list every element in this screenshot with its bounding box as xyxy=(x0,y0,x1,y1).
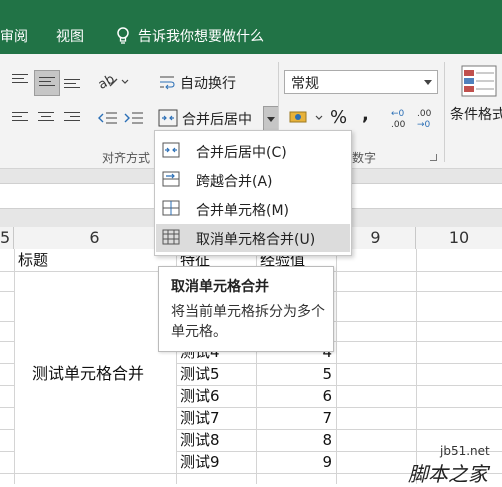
svg-text:→0: →0 xyxy=(417,120,431,130)
merge-center-button[interactable]: 合并后居中 xyxy=(156,106,276,130)
chevron-down-icon xyxy=(424,80,432,85)
cell-header-title[interactable]: 标题 xyxy=(18,249,48,271)
table-cell-feature[interactable]: 测试7 xyxy=(180,407,220,429)
increase-decimal-icon: ←0.00 xyxy=(391,109,406,130)
alignment-group-label: 对齐方式 xyxy=(102,151,151,165)
comma-style-button[interactable]: , xyxy=(362,104,369,125)
wrap-text-label: 自动换行 xyxy=(180,76,236,92)
percent-button[interactable]: % xyxy=(330,107,347,128)
watermark-logo: 脚本之家 xyxy=(408,462,488,486)
dialog-launcher-icon[interactable] xyxy=(430,154,437,161)
menu-item-label: 跨越合并(A) xyxy=(196,174,273,190)
number-group-label: 数字 xyxy=(352,151,377,165)
decrease-decimal-icon: .00→0 xyxy=(417,109,432,130)
table-cell-feature[interactable]: 测试5 xyxy=(180,363,220,385)
align-center-button[interactable] xyxy=(34,106,58,130)
menu-item-label: 合并后居中(C) xyxy=(196,145,287,161)
merge-dropdown-menu: 合并后居中(C) 跨越合并(A) 合并单元格(M) 取消单元格合并(U) xyxy=(154,130,352,256)
svg-text:.00: .00 xyxy=(417,109,432,119)
tab-view[interactable]: 视图 xyxy=(56,26,84,46)
table-cell-feature[interactable]: 测试6 xyxy=(180,385,220,407)
conditional-format-button[interactable] xyxy=(456,64,502,100)
merge-center-dropdown-button[interactable] xyxy=(263,106,279,132)
table-cell-feature[interactable]: 测试8 xyxy=(180,429,220,451)
menu-item-merge-across[interactable]: 跨越合并(A) xyxy=(156,166,350,194)
accounting-format-button[interactable] xyxy=(288,106,326,130)
merge-center-label: 合并后居中 xyxy=(182,112,252,128)
menu-item-unmerge-cells[interactable]: 取消单元格合并(U) xyxy=(156,224,350,252)
ribbon-tab-bar: 审阅 视图 告诉我你想要做什么 xyxy=(0,0,502,54)
table-cell-value[interactable]: 8 xyxy=(256,429,332,451)
column-header[interactable]: 6 xyxy=(14,227,176,249)
unmerge-cells-icon xyxy=(162,228,180,246)
currency-icon xyxy=(289,111,323,123)
conditional-format-icon xyxy=(461,65,497,97)
text-orientation-icon: ab xyxy=(96,72,129,93)
merge-cells-icon xyxy=(162,199,180,217)
orientation-button[interactable]: ab xyxy=(96,70,130,94)
decrease-indent-button[interactable] xyxy=(96,106,120,130)
increase-decimal-button[interactable]: ←0.00 xyxy=(388,106,412,130)
menu-item-merge-cells[interactable]: 合并单元格(M) xyxy=(156,195,350,223)
decrease-decimal-button[interactable]: .00 →0 xyxy=(414,106,438,130)
column-header[interactable]: 5 xyxy=(0,227,14,249)
table-cell-value[interactable]: 6 xyxy=(256,385,332,407)
column-header[interactable]: 10 xyxy=(416,227,502,249)
menu-item-label: 取消单元格合并(U) xyxy=(196,232,316,248)
merged-cell[interactable]: 测试单元格合并 xyxy=(32,363,144,385)
table-cell-value[interactable]: 5 xyxy=(256,363,332,385)
tooltip-description: 将当前单元格拆分为多个单元格。 xyxy=(171,304,325,340)
align-middle-button[interactable] xyxy=(34,70,60,96)
tab-review[interactable]: 审阅 xyxy=(0,26,28,46)
merge-center-icon xyxy=(158,109,178,127)
svg-text:.00: .00 xyxy=(391,120,406,130)
increase-indent-button[interactable] xyxy=(122,106,146,130)
align-left-button[interactable] xyxy=(8,106,32,130)
number-format-value: 常规 xyxy=(291,76,319,92)
menu-item-label: 合并单元格(M) xyxy=(196,203,290,219)
align-bottom-button[interactable] xyxy=(60,70,84,94)
tooltip-title: 取消单元格合并 xyxy=(171,279,269,295)
chevron-down-icon xyxy=(267,117,275,122)
decrease-indent-icon xyxy=(98,112,117,124)
conditional-format-label: 条件格式 xyxy=(450,107,502,123)
wrap-text-icon xyxy=(160,76,175,90)
merge-center-icon xyxy=(162,141,180,159)
align-right-button[interactable] xyxy=(60,106,84,130)
menu-item-merge-center[interactable]: 合并后居中(C) xyxy=(156,137,350,165)
svg-text:←0: ←0 xyxy=(391,109,405,119)
increase-indent-icon xyxy=(124,112,143,124)
number-format-select[interactable]: 常规 xyxy=(284,70,438,94)
merge-across-icon xyxy=(162,170,180,188)
table-cell-value[interactable]: 9 xyxy=(256,451,332,473)
lightbulb-icon xyxy=(116,27,130,45)
align-top-button[interactable] xyxy=(8,70,32,94)
watermark-host: jb51.net xyxy=(440,444,490,458)
table-cell-value[interactable]: 7 xyxy=(256,407,332,429)
tell-me-box[interactable]: 告诉我你想要做什么 xyxy=(138,26,264,46)
wrap-text-button[interactable]: 自动换行 xyxy=(156,70,266,94)
table-cell-feature[interactable]: 测试9 xyxy=(180,451,220,473)
tooltip: 取消单元格合并 将当前单元格拆分为多个单元格。 xyxy=(158,266,334,352)
